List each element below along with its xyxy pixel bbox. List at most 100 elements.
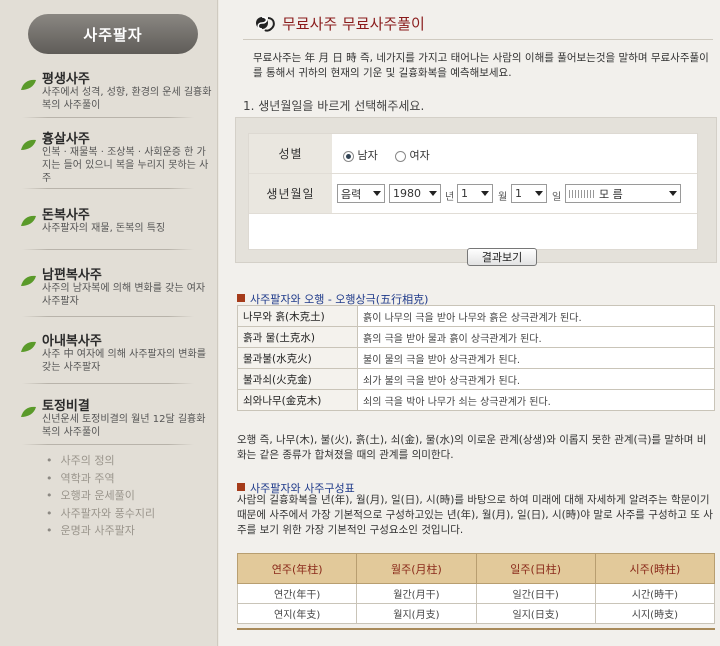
sidebar-item-label: 토정비결 [42,399,90,414]
table-header-row: 연주(年柱) 월주(月柱) 일주(日柱) 시주(時柱) [236,553,716,584]
calendar-select[interactable]: 음력 [337,184,385,203]
table-cell: 연간(年干) [236,583,358,604]
divider [237,628,715,630]
table-cell-value: 흙이 나무의 극을 받아 나무와 흙은 상극관계가 된다. [357,305,715,327]
sub-link-destiny[interactable]: 운명과 사주팔자 [46,522,155,540]
table-cell-key: 쇠와나무(金克木) [237,389,358,411]
divider [249,213,697,214]
composition-text: 사람의 길흉화복을 년(年), 월(月), 일(日), 시(時)를 바탕으로 하… [237,494,713,536]
year-select-value: 1980 [393,187,421,200]
leaf-icon [21,275,36,286]
sidebar-item-label: 흉살사주 [42,132,90,147]
month-select-value: 1 [461,187,468,200]
radio-female-label: 여자 [409,149,430,162]
sidebar-item-label: 평생사주 [42,72,90,87]
gender-male-option[interactable]: 남자 [343,147,378,163]
sidebar-item-desc: 신년운세 토정비결의 월년 12달 길흉화복의 사주풀이 [42,414,206,438]
leaf-icon [21,215,36,226]
sidebar-item-desc: 사주의 남자복에 의해 변화를 갖는 여자사주팔자 [42,283,206,307]
chevron-down-icon [481,191,489,196]
square-bullet-icon [237,483,245,491]
birthdate-row: 생년월일 음력 1980 년 1 월 1 일 모 름 [249,174,697,213]
divider [22,444,194,445]
divider [22,188,194,189]
chevron-down-icon [429,191,437,196]
table-cell-value: 흙의 극을 받아 물과 흙이 상극관계가 된다. [357,326,715,348]
sidebar-item-label: 남편복사주 [42,268,102,283]
page-title: 무료사주 무료사주풀이 [255,12,425,34]
sidebar-title: 사주팔자 [28,14,198,54]
time-select[interactable]: 모 름 [565,184,681,203]
year-unit: 년 [445,192,455,203]
sidebar-item-desc: 사주에서 성격, 성향, 환경의 운세 길흉화복의 사주풀이 [42,87,212,111]
sub-link-definition[interactable]: 사주의 정의 [46,452,155,470]
column-header: 일주(日柱) [475,553,596,584]
main-content: 무료사주 무료사주풀이 무료사주는 年 月 日 時 즉, 네가지를 가지고 태어… [219,0,720,646]
chevron-down-icon [373,191,381,196]
table-row: 연지(年支) 월지(月支) 일지(日支) 시지(時支) [236,603,716,624]
sub-link-five-elements[interactable]: 오행과 운세풀이 [46,487,155,505]
table-row: 쇠와나무(金克木) 쇠의 극을 박아 나무가 쇠는 상극관계가 된다. [237,389,715,411]
birth-form: 성별 남자 여자 생년월일 음력 1980 년 1 월 1 일 모 름 결과보기 [235,117,717,266]
table-cell-key: 나무와 흙(木克土) [237,305,358,327]
table-cell-key: 흙과 물(土克水) [237,326,358,348]
intro-text: 무료사주는 年 月 日 時 즉, 네가지를 가지고 태어나는 사람의 이해를 풀… [253,52,709,79]
swirl-logo-icon [256,16,275,32]
table-cell: 일지(日支) [475,603,596,624]
table-cell-value: 불이 물의 극을 받아 상극관계가 된다. [357,347,715,369]
gender-female-option[interactable]: 여자 [395,147,430,163]
sidebar: 사주팔자 평생사주 사주에서 성격, 성향, 환경의 운세 길흉화복의 사주풀이… [0,0,218,646]
time-select-value: 모 름 [599,187,623,201]
table-row: 연간(年干) 월간(月干) 일간(日干) 시간(時干) [236,583,716,604]
day-unit: 일 [552,192,562,203]
leaf-icon [21,139,36,150]
radio-female[interactable] [395,150,406,162]
sub-link-fengshui[interactable]: 사주팔자와 풍수지리 [46,505,156,523]
radio-male-label: 남자 [357,149,378,162]
birth-form-inner: 성별 남자 여자 생년월일 음력 1980 년 1 월 1 일 모 름 결과보기 [248,133,698,266]
square-bullet-icon [237,294,245,302]
table-cell-key: 불과쇠(火克金) [237,368,358,390]
leaf-icon [21,341,36,352]
table-cell: 시간(時干) [594,583,716,604]
sidebar-item-desc: 사주팔자의 재물, 돈복의 특징 [42,223,166,234]
year-select[interactable]: 1980 [389,184,441,203]
table-row: 흙과 물(土克水) 흙의 극을 받아 물과 흙이 상극관계가 된다. [237,326,715,348]
divider [243,39,713,40]
leaf-icon [21,79,36,90]
divider [22,316,194,317]
table-cell: 연지(年支) [236,603,358,624]
gender-row: 성별 남자 여자 [249,134,697,173]
table-cell: 월지(月支) [356,603,477,624]
month-unit: 월 [498,192,508,203]
sidebar-item-label: 아내복사주 [42,334,102,349]
step-instruction: 1. 생년월일을 바르게 선택해주세요. [243,99,425,113]
divider [22,383,194,384]
leaf-icon [21,406,36,417]
chevron-down-icon [669,191,677,196]
month-select[interactable]: 1 [457,184,493,203]
table-cell-key: 물과불(水克火) [237,347,358,369]
table-cell-value: 쇠의 극을 박아 나무가 쇠는 상극관계가 된다. [357,389,715,411]
sidebar-item-label: 돈복사주 [42,208,90,223]
sidebar-sub-links: 사주의 정의 역학과 주역 오행과 운세풀이 사주팔자와 풍수지리 운명과 사주… [46,452,156,540]
day-select[interactable]: 1 [511,184,547,203]
page-title-text: 무료사주 무료사주풀이 [282,14,425,33]
oheng-note: 오행 즉, 나무(木), 불(火), 흙(土), 쇠(金), 물(水)의 이로운… [237,434,707,461]
result-button[interactable]: 결과보기 [467,248,537,266]
column-header: 연주(年柱) [236,553,358,584]
table-cell: 월간(月干) [356,583,477,604]
chevron-down-icon [535,191,543,196]
sidebar-item-desc: 인복 · 재물복 · 조상복 · 사회운증 한 가지는 들어 있으니 복을 누리… [42,147,209,184]
divider [22,249,194,250]
sub-link-iching[interactable]: 역학과 주역 [46,470,155,488]
day-select-value: 1 [515,187,522,200]
column-header: 시주(時柱) [594,553,716,584]
table-row: 나무와 흙(木克土) 흙이 나무의 극을 받아 나무와 흙은 상극관계가 된다. [237,305,715,327]
table-row: 불과쇠(火克金) 쇠가 불의 극을 받아 상극관계가 된다. [237,368,715,390]
radio-male[interactable] [343,150,354,162]
hatch-icon [569,189,595,198]
birthdate-label: 생년월일 [249,174,332,213]
sidebar-item-desc: 사주 中 여자에 의해 사주팔자의 변화를 갖는 사주팔자 [42,349,206,373]
divider [22,117,194,118]
